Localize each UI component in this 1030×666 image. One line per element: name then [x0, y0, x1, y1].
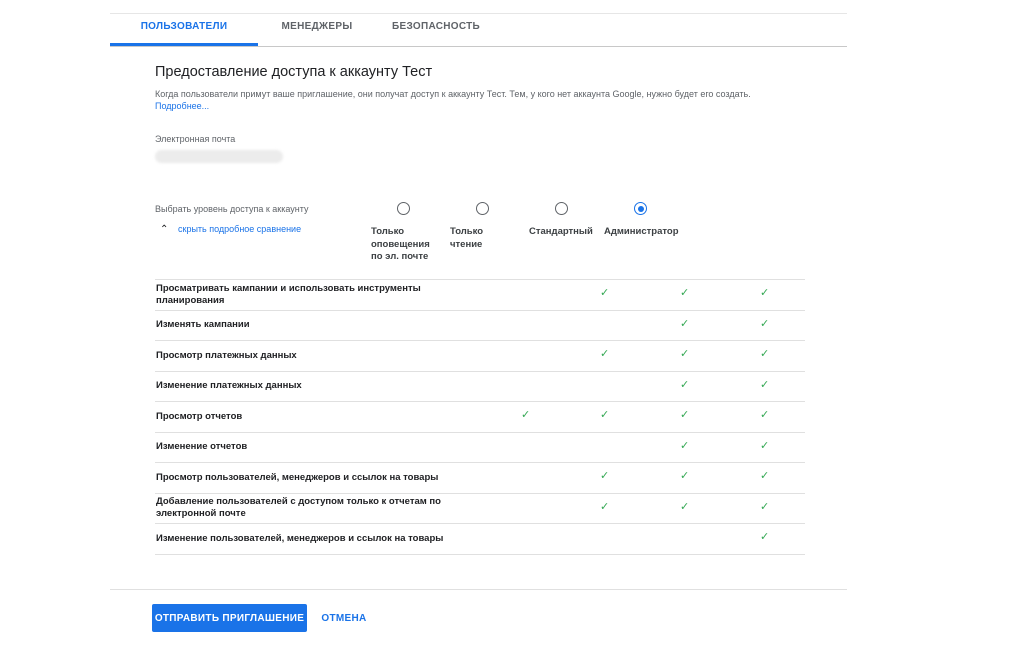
permission-row: Просмотр платежных данных ✓ ✓ ✓: [155, 341, 805, 372]
description-text: Когда пользователи примут ваше приглашен…: [155, 89, 751, 99]
permission-row: Просматривать кампании и использовать ин…: [155, 280, 805, 311]
permission-label: Просмотр платежных данных: [156, 349, 297, 361]
level-label-admin: Администратор: [604, 226, 679, 237]
check-icon: ✓: [680, 287, 690, 299]
page-title: Предоставление доступа к аккаунту Тест: [155, 64, 433, 80]
access-level-label: Выбрать уровень доступа к аккаунту: [155, 204, 309, 214]
radio-email-only[interactable]: [397, 202, 410, 215]
permission-label: Изменение отчетов: [156, 441, 248, 453]
permission-label: Изменение платежных данных: [156, 380, 302, 392]
check-icon: ✓: [600, 409, 610, 421]
tab-bar: ПОЛЬЗОВАТЕЛИ МЕНЕДЖЕРЫ БЕЗОПАСНОСТЬ: [110, 14, 847, 47]
check-icon: ✓: [600, 470, 610, 482]
check-icon: ✓: [760, 439, 770, 452]
permission-row: Изменение отчетов ✓ ✓: [155, 433, 805, 463]
tab-managers[interactable]: МЕНЕДЖЕРЫ: [258, 14, 376, 45]
permission-label: Изменение пользователей, менеджеров и сс…: [156, 532, 444, 544]
permission-row: Добавление пользователей с доступом толь…: [155, 494, 805, 524]
check-icon: ✓: [760, 409, 770, 421]
check-icon: ✓: [760, 531, 770, 543]
email-value: email-redacted: [155, 150, 283, 163]
footer-divider: [110, 589, 847, 590]
check-icon: ✓: [600, 348, 610, 360]
radio-read-only[interactable]: [476, 202, 489, 215]
permission-label: Просмотр пользователей, менеджеров и ссы…: [156, 471, 439, 483]
cancel-button[interactable]: ОТМЕНА: [315, 604, 373, 632]
permission-row: Просмотр пользователей, менеджеров и ссы…: [155, 463, 805, 494]
check-icon: ✓: [521, 409, 531, 421]
email-label: Электронная почта: [155, 134, 236, 144]
level-label-read-only: Только чтение: [450, 226, 484, 250]
chevron-up-icon: ⌃: [160, 224, 169, 235]
check-icon: ✓: [680, 500, 690, 513]
tab-security[interactable]: БЕЗОПАСНОСТЬ: [376, 14, 496, 45]
check-icon: ✓: [680, 409, 690, 421]
check-icon: ✓: [680, 470, 690, 482]
radio-admin[interactable]: [634, 202, 647, 215]
check-icon: ✓: [680, 378, 690, 391]
check-icon: ✓: [600, 287, 610, 299]
check-icon: ✓: [760, 348, 770, 360]
check-icon: ✓: [680, 317, 690, 330]
send-invitation-button[interactable]: ОТПРАВИТЬ ПРИГЛАШЕНИЕ: [152, 604, 307, 632]
radio-standard[interactable]: [555, 202, 568, 215]
permissions-table: Просматривать кампании и использовать ин…: [155, 279, 805, 555]
permission-label: Изменять кампании: [156, 319, 250, 331]
learn-more-link[interactable]: Подробнее...: [155, 101, 209, 111]
permission-row: Изменение платежных данных ✓ ✓: [155, 372, 805, 402]
permission-row: Просмотр отчетов ✓ ✓ ✓ ✓: [155, 402, 805, 433]
tab-users[interactable]: ПОЛЬЗОВАТЕЛИ: [110, 14, 258, 46]
permission-label: Просмотр отчетов: [156, 410, 243, 422]
permission-row: Изменение пользователей, менеджеров и сс…: [155, 524, 805, 555]
permission-label: Просматривать кампании и использовать ин…: [156, 282, 421, 306]
page-description: Когда пользователи примут ваше приглашен…: [155, 88, 765, 112]
permission-row: Изменять кампании ✓ ✓: [155, 311, 805, 341]
check-icon: ✓: [760, 500, 770, 513]
check-icon: ✓: [680, 348, 690, 360]
check-icon: ✓: [760, 470, 770, 482]
check-icon: ✓: [680, 439, 690, 452]
permission-label: Добавление пользователей с доступом толь…: [156, 496, 441, 520]
check-icon: ✓: [760, 317, 770, 330]
check-icon: ✓: [600, 500, 610, 513]
hide-comparison-toggle[interactable]: ⌃ скрыть подробное сравнение: [160, 224, 301, 235]
check-icon: ✓: [760, 287, 770, 299]
check-icon: ✓: [760, 378, 770, 391]
hide-comparison-label: скрыть подробное сравнение: [178, 224, 302, 234]
level-label-standard: Стандартный: [529, 226, 593, 237]
level-label-email-only: Только оповещения по эл. почте: [371, 226, 430, 262]
